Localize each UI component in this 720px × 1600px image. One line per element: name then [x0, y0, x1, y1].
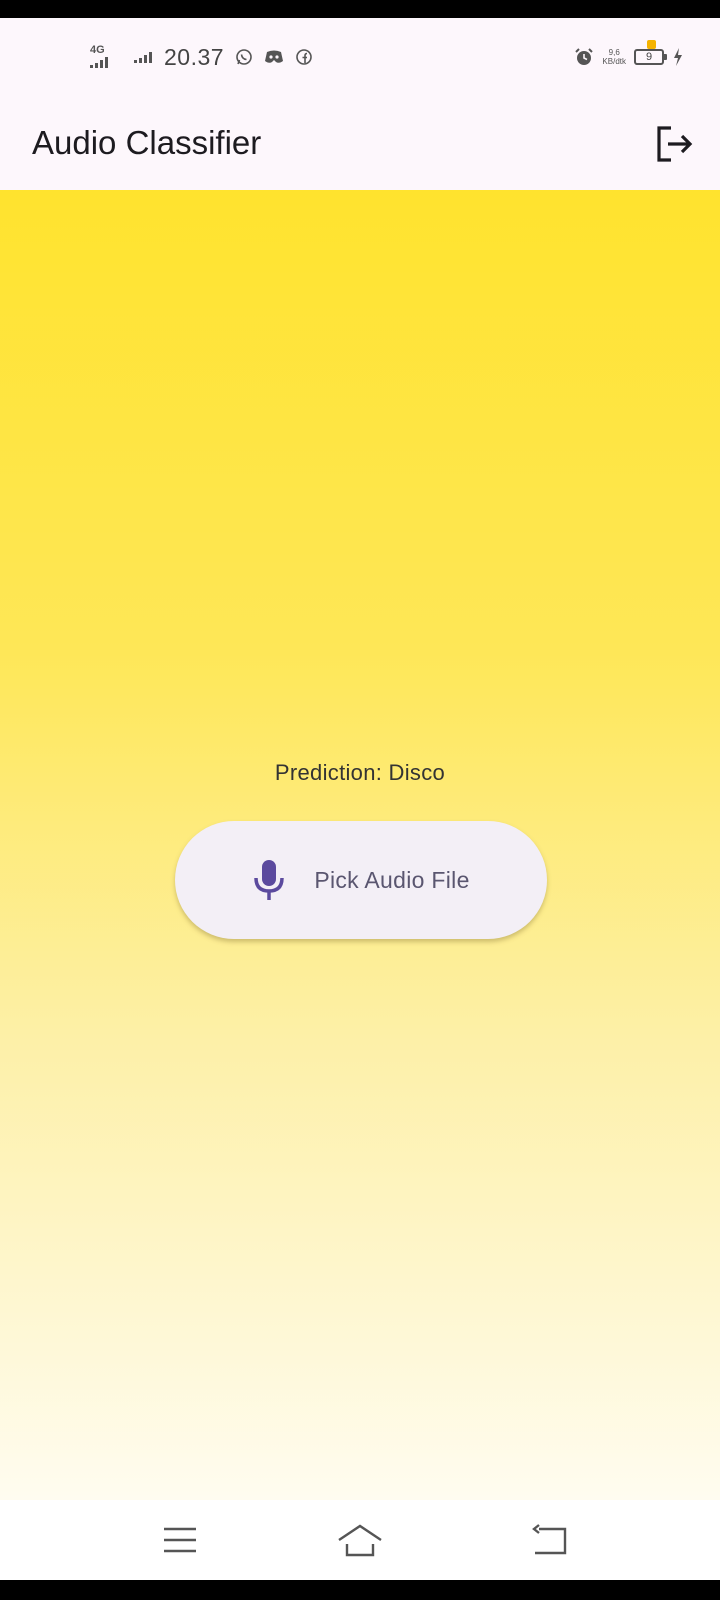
- logout-button[interactable]: [650, 120, 698, 168]
- home-nav-button[interactable]: [336, 1516, 384, 1564]
- menu-nav-button[interactable]: [156, 1516, 204, 1564]
- status-clock: 20.37: [164, 43, 225, 70]
- back-nav-button[interactable]: [526, 1516, 574, 1564]
- signal-icon-secondary: [134, 51, 152, 63]
- home-icon: [338, 1524, 382, 1557]
- facebook-icon: [294, 47, 314, 67]
- net-speed: 9,6 KB/dtk: [602, 48, 626, 66]
- status-bar-left: 4G 20.37: [90, 42, 314, 72]
- phone-screen: 4G 20.37 9,6 KB/dtk 9 Audio Classifier P…: [0, 18, 720, 1580]
- logout-icon: [657, 126, 693, 162]
- net-speed-unit: KB/dtk: [602, 57, 626, 66]
- status-bar-right: 9,6 KB/dtk 9: [574, 40, 684, 72]
- net-speed-value: 9,6: [608, 48, 620, 57]
- alarm-icon: [574, 47, 594, 67]
- status-bar: 4G 20.37 9,6 KB/dtk 9: [0, 18, 720, 98]
- microphone-icon: [254, 860, 285, 900]
- prediction-text: Prediction: Disco: [274, 760, 446, 785]
- system-nav-bar: [0, 1500, 720, 1580]
- main-content: Prediction: Disco Pick Audio File: [0, 190, 720, 1500]
- battery-icon: 9: [634, 40, 667, 65]
- menu-icon: [164, 1527, 196, 1553]
- battery-notification-dot: [647, 40, 656, 49]
- pick-audio-file-label: Pick Audio File: [314, 866, 470, 893]
- app-bar: Audio Classifier: [0, 98, 720, 190]
- discord-icon: [264, 47, 284, 67]
- signal-icon: [90, 56, 108, 68]
- app-title: Audio Classifier: [32, 124, 262, 161]
- battery-level: 9: [645, 51, 653, 63]
- network-indicator: 4G: [90, 44, 124, 70]
- whatsapp-icon: [234, 47, 254, 67]
- back-icon: [532, 1524, 567, 1555]
- pick-audio-file-button[interactable]: Pick Audio File: [175, 821, 547, 939]
- charging-icon: [672, 47, 684, 67]
- network-type-label: 4G: [90, 44, 105, 56]
